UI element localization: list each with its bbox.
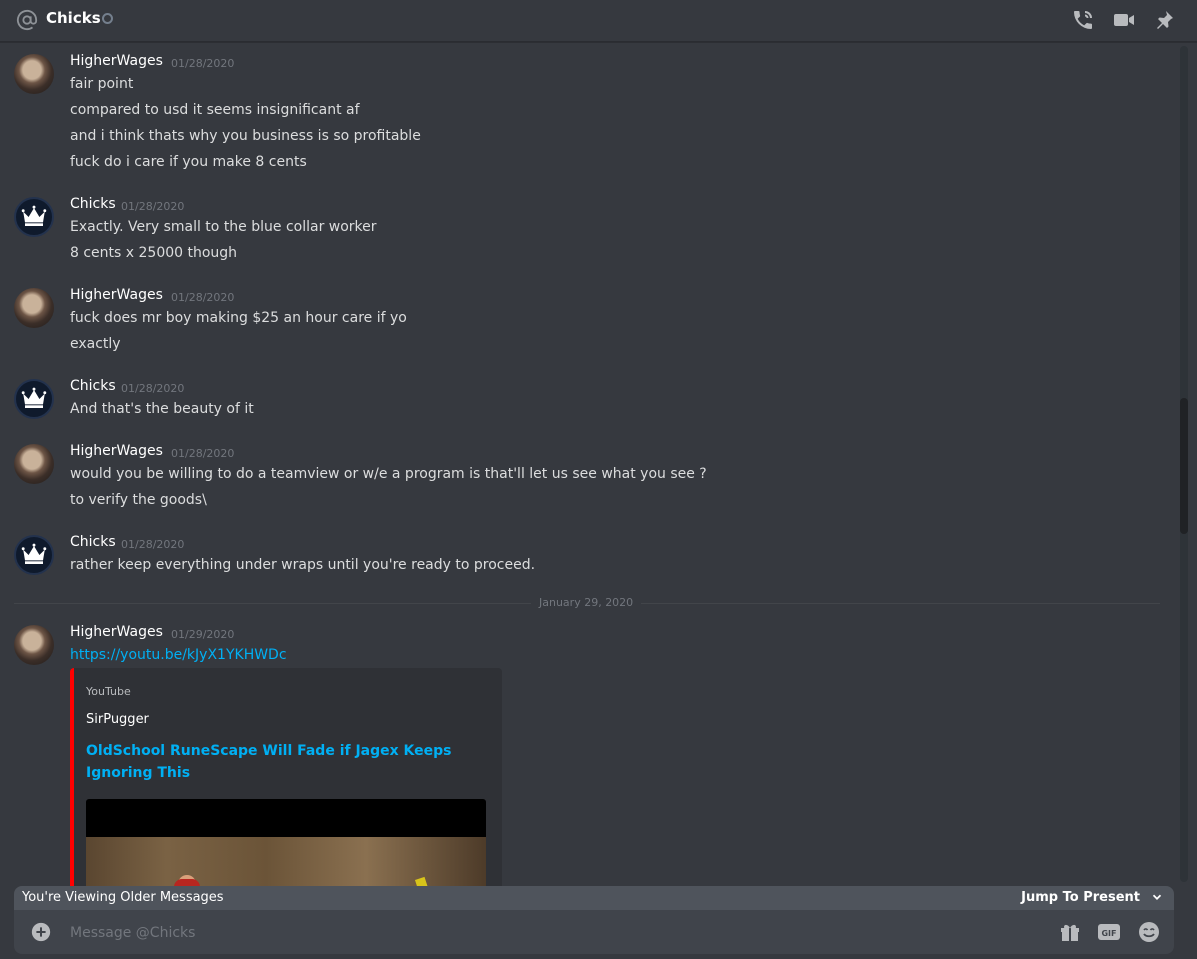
message-author[interactable]: HigherWages: [70, 53, 163, 69]
message-timestamp: 01/28/2020: [121, 382, 185, 395]
message-author[interactable]: Chicks: [70, 534, 116, 550]
status-icon: [102, 13, 113, 24]
date-divider-label: January 29, 2020: [531, 596, 642, 609]
message-line: to verify the goods\: [70, 492, 207, 508]
message-line: compared to usd it seems insignificant a…: [70, 102, 360, 118]
chevron-down-icon[interactable]: [1150, 890, 1164, 904]
chicks-crown-avatar[interactable]: [14, 197, 54, 237]
message-list[interactable]: HigherWages 01/28/2020 fair point compar…: [0, 43, 1178, 886]
message-author[interactable]: HigherWages: [70, 287, 163, 303]
crown-icon: [21, 387, 47, 408]
channel-header: Chicks: [0, 0, 1197, 42]
embed-provider[interactable]: YouTube: [86, 685, 131, 698]
embed-author[interactable]: SirPugger: [86, 712, 149, 727]
phone-call-icon[interactable]: [1071, 8, 1095, 32]
higherwages-avatar[interactable]: [14, 288, 54, 328]
crown-icon: [21, 205, 47, 226]
chicks-crown-avatar[interactable]: [14, 535, 54, 575]
chicks-crown-avatar[interactable]: [14, 379, 54, 419]
embed-title[interactable]: OldSchool RuneScape Will Fade if Jagex K…: [86, 740, 486, 784]
scrollbar-thumb[interactable]: [1180, 398, 1188, 534]
yellow-pole: [414, 876, 444, 886]
gift-icon[interactable]: [1058, 920, 1082, 944]
youtube-embed: YouTube SirPugger OldSchool RuneScape Wi…: [70, 668, 502, 886]
gif-icon[interactable]: GIF: [1097, 920, 1121, 944]
message-timestamp: 01/28/2020: [171, 291, 235, 304]
message-timestamp: 01/28/2020: [121, 200, 185, 213]
message-line: And that's the beauty of it: [70, 401, 254, 417]
at-icon: [16, 9, 38, 31]
message-line: fuck do i care if you make 8 cents: [70, 154, 307, 170]
message-timestamp: 01/28/2020: [121, 538, 185, 551]
crown-icon: [21, 543, 47, 564]
message-author[interactable]: Chicks: [70, 196, 116, 212]
message-timestamp: 01/28/2020: [171, 447, 235, 460]
emoji-icon[interactable]: [1137, 920, 1161, 944]
message-line: Exactly. Very small to the blue collar w…: [70, 219, 377, 235]
message-author[interactable]: HigherWages: [70, 443, 163, 459]
message-line: exactly: [70, 336, 121, 352]
svg-text:GIF: GIF: [1101, 929, 1116, 938]
message-timestamp: 01/29/2020: [171, 628, 235, 641]
message-timestamp: 01/28/2020: [171, 57, 235, 70]
message-line: fair point: [70, 76, 134, 92]
jump-to-present-button[interactable]: Jump To Present: [1021, 890, 1140, 905]
older-messages-text: You're Viewing Older Messages: [22, 890, 224, 905]
message-author[interactable]: Chicks: [70, 378, 116, 394]
message-input[interactable]: [68, 920, 1032, 946]
message-line: rather keep everything under wraps until…: [70, 557, 536, 573]
video-scene: [86, 837, 486, 886]
message-line: fuck does mr boy making $25 an hour care…: [70, 310, 407, 326]
message-line: would you be willing to do a teamview or…: [70, 466, 707, 482]
higherwages-avatar[interactable]: [14, 444, 54, 484]
pin-icon[interactable]: [1152, 8, 1176, 32]
video-call-icon[interactable]: [1112, 8, 1136, 32]
message-author[interactable]: HigherWages: [70, 624, 163, 640]
message-line: 8 cents x 25000 though: [70, 245, 238, 261]
message-composer: GIF: [14, 910, 1174, 954]
youtube-link[interactable]: https://youtu.be/kJyX1YKHWDc: [70, 647, 287, 663]
older-messages-bar: You're Viewing Older Messages Jump To Pr…: [14, 886, 1174, 910]
add-attachment-icon[interactable]: [30, 921, 52, 943]
higherwages-avatar[interactable]: [14, 54, 54, 94]
higherwages-avatar[interactable]: [14, 625, 54, 665]
message-line: and i think thats why you business is so…: [70, 128, 421, 144]
character-body: [174, 879, 200, 886]
embed-video-thumbnail[interactable]: [86, 799, 486, 886]
channel-title: Chicks: [46, 9, 101, 27]
